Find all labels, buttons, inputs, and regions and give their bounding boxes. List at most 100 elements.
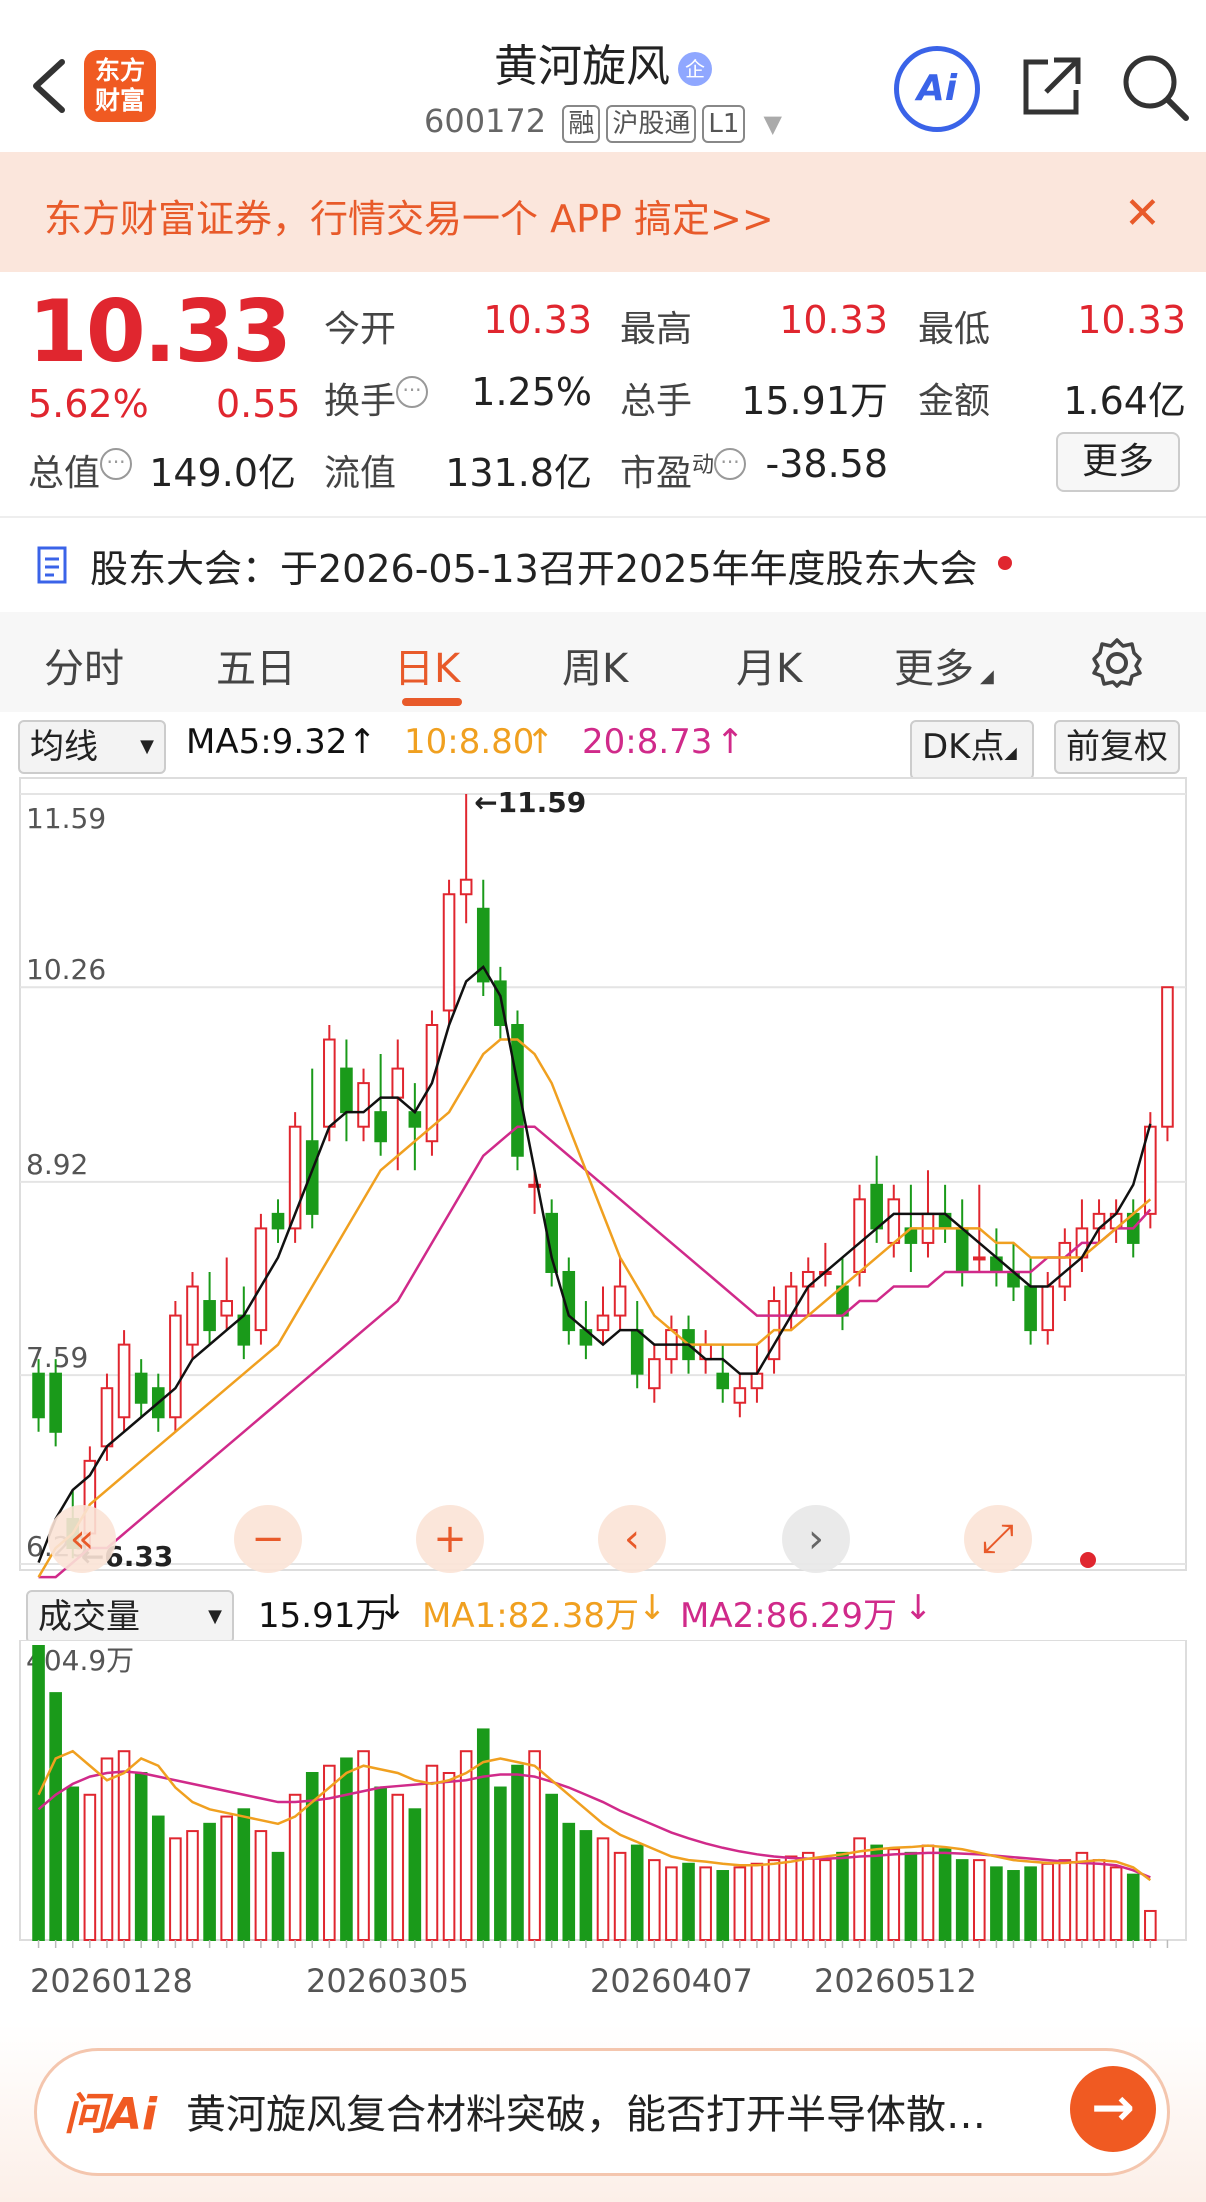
open-value: 10.33 [483, 298, 592, 342]
volume-chart[interactable]: 404.9万20260128 20260305 20260407 20260512 [0, 1640, 1206, 2010]
candle-body [648, 1358, 661, 1390]
volume-ma1-legend: MA1:82.38万 [422, 1596, 640, 1636]
volume-bar [511, 1764, 524, 1941]
y-tick-label: 10.26 [26, 953, 106, 986]
close-icon[interactable]: ✕ [1124, 188, 1161, 239]
tab-weekly-k[interactable]: 周K [562, 636, 628, 694]
ma20-legend: 20:8.73 [582, 722, 713, 762]
candle-body [340, 1067, 353, 1114]
fullscreen-icon[interactable]: ⤢ [964, 1505, 1032, 1573]
volume-bar [494, 1786, 507, 1941]
volume-bar [767, 1859, 781, 1942]
search-icon[interactable] [1120, 52, 1190, 122]
volume-bar [220, 1815, 234, 1942]
zoom-out-icon[interactable]: − [234, 1505, 302, 1573]
candle-body [1024, 1285, 1037, 1332]
gear-icon[interactable] [1090, 636, 1144, 690]
chart-frame [19, 777, 1187, 1571]
promo-banner-text[interactable]: 东方财富证券，行情交易一个 APP 搞定>> [44, 188, 774, 243]
adjust-button[interactable]: 前复权 [1054, 720, 1180, 774]
ai-assistant-button[interactable]: Ai [894, 46, 980, 132]
volume-bar [784, 1855, 798, 1941]
chevron-down-icon: ▼ [763, 110, 783, 138]
turnover-value: 1.25% [471, 370, 592, 414]
volume-bar [579, 1830, 593, 1941]
tab-monthly-k[interactable]: 月K [736, 636, 802, 694]
volume-bar [1144, 1909, 1157, 1941]
volume-bar [408, 1808, 422, 1941]
previous-icon[interactable]: ‹ [598, 1505, 666, 1573]
candle-body [408, 1111, 422, 1128]
volume-bar [1024, 1866, 1037, 1941]
volume-bar [921, 1844, 935, 1941]
volume-bar [801, 1851, 815, 1941]
candle-body [134, 1372, 148, 1404]
shareholder-meeting-notice[interactable]: 股东大会：于2026-05-13召开2025年年度股东大会 [90, 538, 978, 593]
volume-indicator-select[interactable]: 成交量 ▼ [26, 1590, 234, 1644]
y-tick-label: 7.59 [26, 1341, 88, 1374]
volume-bar [1092, 1859, 1106, 1942]
candle-body [972, 1256, 986, 1261]
active-tab-indicator [402, 698, 462, 706]
volume-bar [955, 1859, 969, 1942]
volume-bar [117, 1750, 131, 1941]
control-glyph: ⤢ [982, 1516, 1014, 1562]
tab-five-day[interactable]: 五日 [216, 636, 296, 694]
candle-body [716, 1372, 730, 1390]
red-dot [1080, 1552, 1096, 1568]
market-cap-value: 149.0亿 [149, 451, 296, 495]
dk-point-button[interactable]: DK点◢ [910, 720, 1034, 780]
candle-body [32, 1372, 45, 1419]
volume-bar [1109, 1866, 1123, 1941]
volume-bar [613, 1851, 627, 1941]
volume-bar [134, 1771, 148, 1941]
control-glyph: « [70, 1516, 94, 1562]
zoom-in-icon[interactable]: + [416, 1505, 484, 1573]
volume-bar [870, 1844, 883, 1941]
volume-bar [254, 1830, 268, 1941]
ai-question-text[interactable]: 黄河旋风复合材料突破，能否打开半导体散… [186, 2082, 986, 2140]
tab-daily-k[interactable]: 日K [394, 636, 460, 694]
volume-bar [716, 1870, 730, 1941]
candle-body [750, 1372, 764, 1390]
tab-intraday[interactable]: 分时 [44, 636, 124, 694]
volume-bar [425, 1764, 439, 1941]
volume-bar [1007, 1870, 1020, 1941]
candle-body [955, 1227, 969, 1273]
volume-bar [83, 1793, 97, 1941]
arrow-right-icon[interactable]: → [1070, 2066, 1156, 2152]
volume-bar [733, 1866, 747, 1941]
open-label: 今开 [324, 309, 397, 350]
share-icon[interactable] [1018, 54, 1084, 120]
info-icon[interactable]: ··· [396, 376, 429, 408]
volume-value: 15.91万 [741, 379, 888, 423]
more-quote-button[interactable]: 更多 [1056, 432, 1180, 492]
candlestick-chart[interactable]: 11.5910.268.927.596.29←11.59←6.33«−+‹›⤢ [0, 774, 1206, 1584]
ask-ai-logo: 问Ai [64, 2089, 158, 2140]
indicator-select[interactable]: 均线 ▼ [18, 720, 166, 774]
candle-body [357, 1082, 370, 1128]
market-cap-label[interactable]: 总值 ··· [28, 444, 133, 496]
info-icon[interactable]: ··· [100, 448, 133, 480]
enterprise-badge-icon: 企 [678, 52, 712, 86]
candle-body [887, 1198, 901, 1244]
volume-bar [340, 1757, 353, 1941]
pe-label[interactable]: 市盈动 ··· [620, 444, 747, 496]
turnover-label[interactable]: 换手 ··· [324, 372, 429, 424]
y-tick-label: 11.59 [26, 802, 106, 835]
low-label: 最低 [918, 309, 991, 350]
float-cap-value: 131.8亿 [445, 451, 592, 495]
candle-body [391, 1067, 405, 1099]
amount-value: 1.64亿 [1063, 379, 1186, 423]
tab-more[interactable]: 更多 ◢ [894, 636, 994, 694]
tag-shanghai-connect: 沪股通 [606, 105, 697, 143]
candle-body [374, 1111, 387, 1143]
candle-body [511, 1024, 524, 1157]
next-icon[interactable]: › [782, 1505, 850, 1573]
candle-body [1058, 1241, 1072, 1288]
fast-back-icon[interactable]: « [48, 1505, 116, 1573]
x-tick-label: 20260407 [590, 1962, 753, 2000]
candle-body [630, 1329, 644, 1375]
volume-bar [887, 1848, 901, 1941]
volume-bar [938, 1848, 952, 1941]
